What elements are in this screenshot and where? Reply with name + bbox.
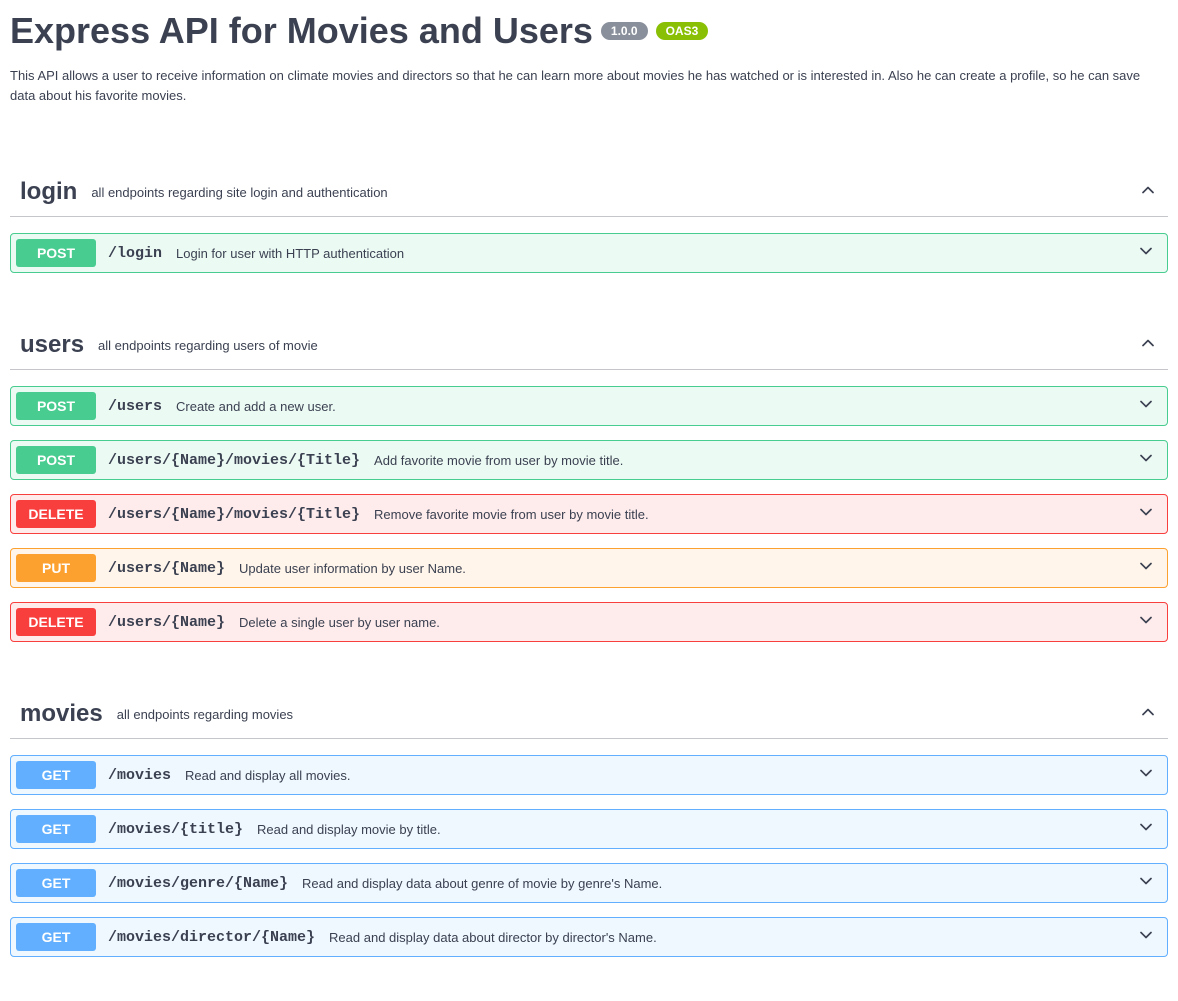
method-badge: DELETE [16, 608, 96, 636]
section-movies: moviesall endpoints regarding moviesGET/… [10, 692, 1168, 957]
chevron-up-icon [1138, 333, 1158, 358]
section-header-movies[interactable]: movies all endpoints regarding movies [10, 692, 1168, 739]
method-badge: GET [16, 815, 96, 843]
section-name: users [20, 331, 84, 359]
chevron-down-icon [1136, 817, 1162, 842]
method-badge: GET [16, 761, 96, 789]
operation-path: /movies/director/{Name} [108, 929, 315, 946]
chevron-down-icon [1136, 871, 1162, 896]
operation-path: /users [108, 398, 162, 415]
version-badge: 1.0.0 [601, 22, 648, 40]
chevron-down-icon [1136, 556, 1162, 581]
operation-path: /users/{Name} [108, 560, 225, 577]
section-description: all endpoints regarding users of movie [98, 338, 1138, 353]
chevron-down-icon [1136, 448, 1162, 473]
operation-row[interactable]: GET/movies/genre/{Name} Read and display … [10, 863, 1168, 903]
operation-row[interactable]: DELETE/users/{Name}/movies/{Title} Remove… [10, 494, 1168, 534]
oas-badge: OAS3 [656, 22, 709, 40]
section-login: login all endpoints regarding site login … [10, 170, 1168, 273]
api-title: Express API for Movies and Users [10, 10, 593, 52]
section-name: login [20, 178, 77, 206]
operation-summary: Read and display all movies. [185, 768, 1136, 783]
method-badge: GET [16, 923, 96, 951]
chevron-down-icon [1136, 610, 1162, 635]
operation-row[interactable]: GET/movies/{title} Read and display movie… [10, 809, 1168, 849]
chevron-up-icon [1138, 702, 1158, 727]
chevron-down-icon [1136, 394, 1162, 419]
chevron-down-icon [1136, 925, 1162, 950]
operation-summary: Create and add a new user. [176, 399, 1136, 414]
method-badge: PUT [16, 554, 96, 582]
operation-path: /users/{Name}/movies/{Title} [108, 452, 360, 469]
method-badge: POST [16, 392, 96, 420]
api-description: This API allows a user to receive inform… [10, 66, 1168, 105]
method-badge: POST [16, 239, 96, 267]
operation-summary: Login for user with HTTP authentication [176, 246, 1136, 261]
operation-path: /movies [108, 767, 171, 784]
operation-summary: Delete a single user by user name. [239, 615, 1136, 630]
section-description: all endpoints regarding site login and a… [91, 185, 1138, 200]
section-users: users all endpoints regarding users of mo… [10, 323, 1168, 642]
chevron-down-icon [1136, 241, 1162, 266]
chevron-up-icon [1138, 180, 1158, 205]
operation-summary: Remove favorite movie from user by movie… [374, 507, 1136, 522]
section-header-users[interactable]: users all endpoints regarding users of mo… [10, 323, 1168, 370]
operation-row[interactable]: GET/movies/director/{Name} Read and displ… [10, 917, 1168, 957]
operation-row[interactable]: POST/login Login for user with HTTP authe… [10, 233, 1168, 273]
section-name: movies [20, 700, 103, 728]
section-description: all endpoints regarding movies [117, 707, 1138, 722]
operation-path: /users/{Name}/movies/{Title} [108, 506, 360, 523]
operation-path: /users/{Name} [108, 614, 225, 631]
method-badge: GET [16, 869, 96, 897]
operation-summary: Add favorite movie from user by movie ti… [374, 453, 1136, 468]
method-badge: POST [16, 446, 96, 474]
chevron-down-icon [1136, 763, 1162, 788]
operation-path: /login [108, 245, 162, 262]
operation-row[interactable]: GET/movies Read and display all movies. [10, 755, 1168, 795]
operation-summary: Update user information by user Name. [239, 561, 1136, 576]
operation-summary: Read and display data about genre of mov… [302, 876, 1136, 891]
chevron-down-icon [1136, 502, 1162, 527]
operation-row[interactable]: POST/users/{Name}/movies/{Title} Add favo… [10, 440, 1168, 480]
operation-summary: Read and display data about director by … [329, 930, 1136, 945]
operation-path: /movies/{title} [108, 821, 243, 838]
operation-summary: Read and display movie by title. [257, 822, 1136, 837]
operation-row[interactable]: PUT/users/{Name} Update user information … [10, 548, 1168, 588]
operation-row[interactable]: POST/users Create and add a new user. [10, 386, 1168, 426]
operation-row[interactable]: DELETE/users/{Name} Delete a single user … [10, 602, 1168, 642]
method-badge: DELETE [16, 500, 96, 528]
api-header: Express API for Movies and Users 1.0.0 O… [10, 0, 1168, 120]
section-header-login[interactable]: login all endpoints regarding site login … [10, 170, 1168, 217]
operation-path: /movies/genre/{Name} [108, 875, 288, 892]
